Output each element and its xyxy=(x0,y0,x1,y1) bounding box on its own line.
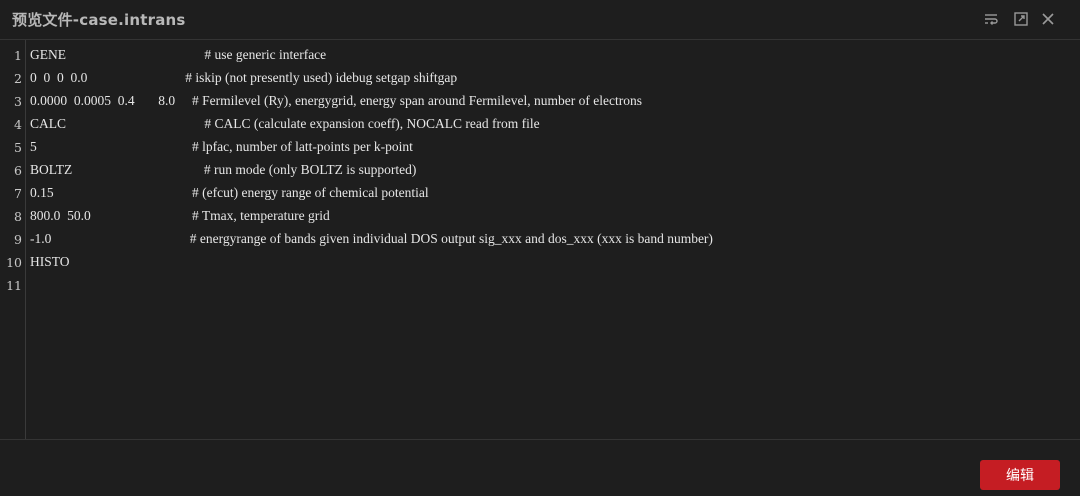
code-line[interactable]: 5 # lpfac, number of latt-points per k-p… xyxy=(30,139,413,155)
code-line[interactable]: 0.0000 0.0005 0.4 8.0 # Fermilevel (Ry),… xyxy=(30,93,642,109)
maximize-icon[interactable] xyxy=(1012,10,1030,28)
preview-dialog: 预览文件-case.intrans 1 2 3 4 5 6 7 8 9 10 1… xyxy=(0,0,1080,496)
line-number: 7 xyxy=(14,186,22,201)
line-number: 11 xyxy=(6,278,22,293)
line-number: 3 xyxy=(14,94,22,109)
line-number: 4 xyxy=(14,117,22,132)
line-number: 6 xyxy=(14,163,22,178)
edit-button[interactable]: 编辑 xyxy=(980,460,1060,490)
code-line[interactable]: 0.15 # (efcut) energy range of chemical … xyxy=(30,185,429,201)
code-line[interactable]: -1.0 # energyrange of bands given indivi… xyxy=(30,231,713,247)
code-line[interactable]: HISTO xyxy=(30,254,70,270)
line-number: 9 xyxy=(14,232,22,247)
code-line[interactable]: CALC # CALC (calculate expansion coeff),… xyxy=(30,116,540,132)
dialog-title: 预览文件-case.intrans xyxy=(12,11,186,29)
code-line[interactable]: 0 0 0 0.0 # iskip (not presently used) i… xyxy=(30,70,457,86)
code-editor[interactable]: 1 2 3 4 5 6 7 8 9 10 11 GENE # use gener… xyxy=(0,40,1080,440)
line-number: 8 xyxy=(14,209,22,224)
close-icon[interactable] xyxy=(1039,10,1057,28)
line-number: 1 xyxy=(14,48,22,63)
dialog-titlebar: 预览文件-case.intrans xyxy=(0,0,1080,40)
line-number: 5 xyxy=(14,140,22,155)
code-line[interactable]: BOLTZ # run mode (only BOLTZ is supporte… xyxy=(30,162,416,178)
code-line[interactable]: 800.0 50.0 # Tmax, temperature grid xyxy=(30,208,330,224)
wrap-lines-icon[interactable] xyxy=(982,10,1000,28)
code-line[interactable]: GENE # use generic interface xyxy=(30,47,326,63)
line-number: 10 xyxy=(6,255,22,270)
line-number: 2 xyxy=(14,71,22,86)
dialog-footer: 编辑 xyxy=(0,440,1080,496)
line-number-gutter: 1 2 3 4 5 6 7 8 9 10 11 xyxy=(0,40,26,439)
